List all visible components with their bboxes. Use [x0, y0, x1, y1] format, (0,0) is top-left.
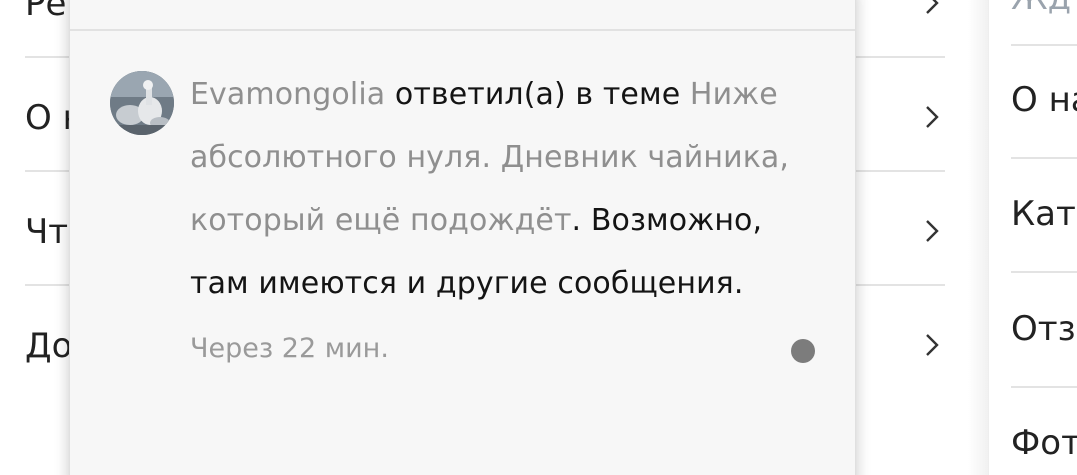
avatar-image: [110, 71, 174, 135]
right-menu-item[interactable]: Жд: [1011, 0, 1077, 18]
chevron-right-icon: [926, 334, 939, 356]
chevron-right-icon: [926, 220, 939, 242]
divider: [1011, 157, 1077, 159]
user-link[interactable]: Evamongolia: [190, 77, 385, 112]
right-menu-item[interactable]: Кат: [1011, 194, 1077, 234]
notification-message: Evamongolia ответил(а) в теме Ниже абсол…: [190, 63, 810, 315]
menu-item-label: До: [25, 326, 73, 366]
divider: [1011, 44, 1077, 46]
action-text: ответил(а) в теме: [385, 77, 690, 112]
avatar[interactable]: [110, 71, 174, 135]
unread-dot-icon[interactable]: [791, 339, 815, 363]
divider: [1011, 271, 1077, 273]
right-menu-item[interactable]: Фот: [1011, 423, 1077, 463]
chevron-right-icon: [926, 106, 939, 128]
divider: [1011, 386, 1077, 388]
menu-item-label: Ре: [25, 0, 67, 24]
notification-popup: Evamongolia ответил(а) в теме Ниже абсол…: [69, 0, 856, 475]
divider: [70, 29, 855, 31]
right-menu-item[interactable]: О на: [1011, 80, 1077, 120]
page: Ре О н Чт До Жд О на Кат Отз Фот: [0, 0, 1077, 475]
chevron-right-icon: [926, 0, 939, 14]
notification-time: Через 22 мин.: [190, 333, 389, 364]
menu-item-label: Чт: [25, 212, 69, 252]
right-menu-item[interactable]: Отз: [1011, 309, 1077, 349]
right-menu: Жд О на Кат Отз Фот: [988, 0, 1077, 475]
right-column-shadow: [968, 0, 988, 475]
